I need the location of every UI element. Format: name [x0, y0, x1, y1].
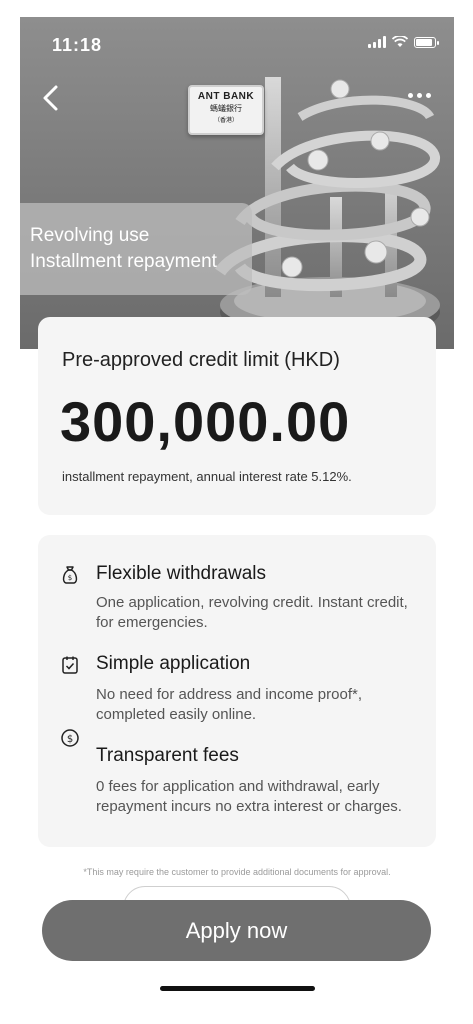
feature-title-transparent: Transparent fees	[96, 745, 239, 766]
app-screen: ANT BANK 螞蟻銀行 （香港） 11:18 Revolving use I…	[20, 17, 454, 1024]
hero-tagline: Revolving use Installment repayment	[20, 203, 252, 295]
credit-limit-card: Pre-approved credit limit (HKD) 300,000.…	[38, 317, 436, 515]
status-time: 11:18	[52, 35, 103, 55]
back-chevron-icon[interactable]	[38, 83, 66, 113]
battery-icon	[414, 36, 439, 48]
cellular-signal-icon	[368, 36, 386, 48]
wifi-icon	[392, 36, 408, 48]
bank-sign-region: （香港）	[213, 118, 238, 124]
features-card: $ Flexible withdrawals One application, …	[38, 535, 436, 847]
dollar-coin-icon: $	[61, 729, 79, 747]
bank-sign-english: ANT BANK	[197, 91, 255, 102]
credit-limit-amount: 300,000.00	[60, 390, 351, 453]
tagline-line-2: Installment repayment	[30, 251, 217, 272]
feature-desc-flexible: One application, revolving credit. Insta…	[96, 594, 408, 631]
status-icons	[368, 36, 439, 48]
more-options-icon[interactable]	[408, 93, 438, 103]
clipboard-check-icon	[62, 656, 78, 674]
feature-title-simple: Simple application	[96, 653, 251, 674]
svg-text:$: $	[68, 574, 72, 582]
tagline-line-1: Revolving use	[30, 225, 150, 246]
status-bar: 11:18	[20, 17, 454, 67]
bank-sign-chinese: 螞蟻銀行	[210, 104, 242, 113]
apply-now-button[interactable]: Apply now	[42, 900, 431, 961]
home-indicator[interactable]	[160, 986, 315, 991]
feature-desc-simple: No need for address and income proof*, c…	[96, 686, 362, 723]
hero-banner: ANT BANK 螞蟻銀行 （香港） 11:18 Revolving use I…	[20, 17, 454, 349]
feature-desc-transparent: 0 fees for application and withdrawal, e…	[96, 778, 402, 815]
interest-rate-note: installment repayment, annual interest r…	[62, 469, 352, 484]
approval-disclaimer: *This may require the customer to provid…	[83, 867, 391, 877]
feature-title-flexible: Flexible withdrawals	[96, 563, 267, 584]
ant-bank-sign: ANT BANK 螞蟻銀行 （香港）	[188, 85, 264, 135]
credit-limit-label: Pre-approved credit limit (HKD)	[62, 349, 340, 371]
svg-text:$: $	[67, 734, 73, 745]
money-bag-icon: $	[62, 566, 78, 584]
